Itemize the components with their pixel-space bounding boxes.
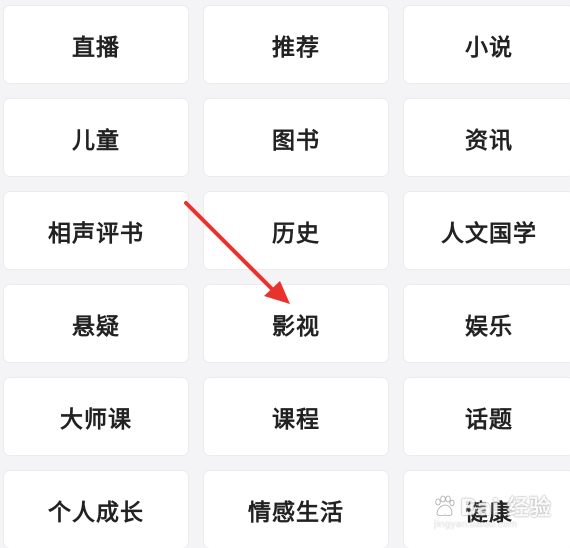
- category-label: 影视: [272, 313, 320, 340]
- category-label: 大师课: [60, 406, 132, 433]
- category-label: 个人成长: [48, 499, 144, 526]
- category-tile-personal-growth[interactable]: 个人成长: [4, 471, 188, 548]
- category-label: 健康: [465, 499, 513, 526]
- category-label: 资讯: [465, 127, 513, 154]
- category-label: 直播: [72, 34, 120, 61]
- category-tile-topics[interactable]: 话题: [404, 378, 570, 455]
- category-tile-humanities[interactable]: 人文国学: [404, 192, 570, 269]
- category-label: 历史: [272, 220, 320, 247]
- category-label: 图书: [272, 127, 320, 154]
- category-label: 儿童: [72, 127, 120, 154]
- category-label: 情感生活: [248, 499, 344, 526]
- category-tile-live[interactable]: 直播: [4, 6, 188, 83]
- category-tile-history[interactable]: 历史: [204, 192, 388, 269]
- category-tile-health[interactable]: 健康: [404, 471, 570, 548]
- category-label: 人文国学: [441, 220, 537, 247]
- category-tile-crosstalk[interactable]: 相声评书: [4, 192, 188, 269]
- category-label: 推荐: [272, 34, 320, 61]
- category-label: 话题: [465, 406, 513, 433]
- category-tile-recommend[interactable]: 推荐: [204, 6, 388, 83]
- category-label: 相声评书: [48, 220, 144, 247]
- category-tile-masterclass[interactable]: 大师课: [4, 378, 188, 455]
- category-label: 课程: [272, 406, 320, 433]
- category-tile-emotional-life[interactable]: 情感生活: [204, 471, 388, 548]
- category-tile-film-tv[interactable]: 影视: [204, 285, 388, 362]
- category-tile-mystery[interactable]: 悬疑: [4, 285, 188, 362]
- category-tile-children[interactable]: 儿童: [4, 99, 188, 176]
- category-tile-novel[interactable]: 小说: [404, 6, 570, 83]
- category-label: 娱乐: [465, 313, 513, 340]
- category-label: 小说: [465, 34, 513, 61]
- category-grid: 直播 推荐 小说 儿童 图书 资讯 相声评书 历史 人文国学 悬疑 影视 娱乐 …: [0, 0, 570, 548]
- category-tile-news[interactable]: 资讯: [404, 99, 570, 176]
- category-label: 悬疑: [72, 313, 120, 340]
- category-tile-entertainment[interactable]: 娱乐: [404, 285, 570, 362]
- category-tile-courses[interactable]: 课程: [204, 378, 388, 455]
- category-tile-books[interactable]: 图书: [204, 99, 388, 176]
